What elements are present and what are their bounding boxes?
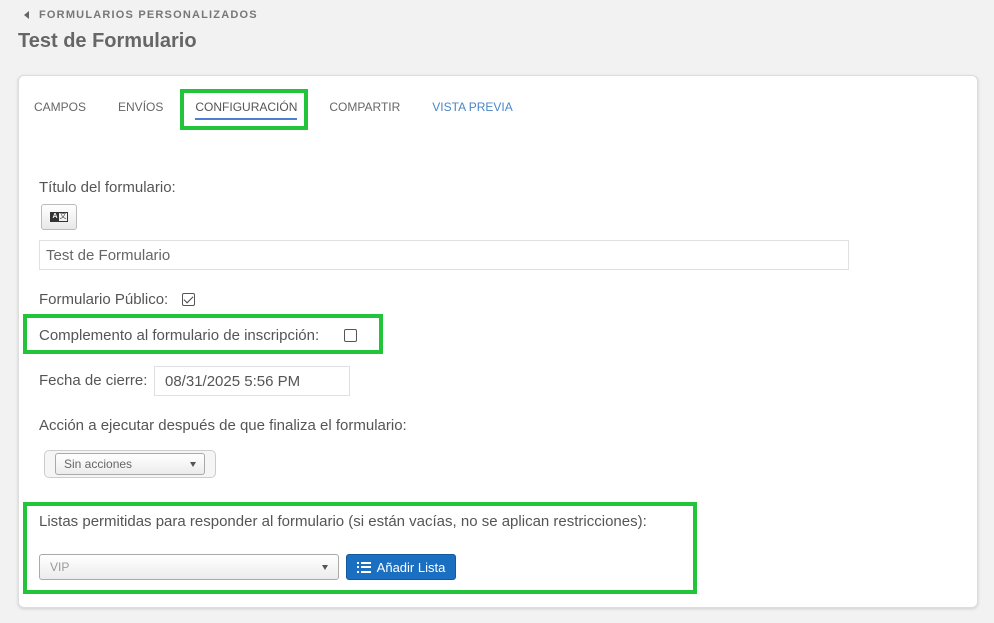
complement-label: Complemento al formulario de inscripción… <box>39 327 320 344</box>
public-label: Formulario Público: <box>39 291 169 308</box>
close-date-input[interactable] <box>154 366 350 396</box>
back-arrow-icon[interactable] <box>24 11 29 19</box>
add-list-label: Añadir Lista <box>376 559 446 575</box>
breadcrumb[interactable]: FORMULARIOS PERSONALIZADOS <box>24 9 258 21</box>
action-select-value: Sin acciones <box>64 457 133 471</box>
action-select[interactable]: Sin acciones <box>55 453 205 475</box>
complement-checkbox[interactable] <box>344 329 357 342</box>
lists-select[interactable]: VIP <box>39 554 339 580</box>
add-list-button[interactable]: Añadir Lista <box>346 554 456 580</box>
tab-bar: CAMPOS ENVÍOS CONFIGURACIÓN COMPARTIR VI… <box>34 100 545 120</box>
lists-label: Listas permitidas para responder al form… <box>39 513 647 530</box>
action-label: Acción a ejecutar después de que finaliz… <box>39 417 407 434</box>
breadcrumb-label[interactable]: FORMULARIOS PERSONALIZADOS <box>39 9 258 21</box>
close-date-label: Fecha de cierre: <box>39 372 148 389</box>
translate-button[interactable]: A文 <box>41 204 77 230</box>
page-title: Test de Formulario <box>18 30 197 52</box>
form-title-input[interactable] <box>39 240 849 270</box>
tab-envios[interactable]: ENVÍOS <box>118 100 163 114</box>
caret-down-icon <box>322 564 328 570</box>
public-checkbox[interactable] <box>182 293 195 306</box>
settings-card: CAMPOS ENVÍOS CONFIGURACIÓN COMPARTIR VI… <box>18 75 978 608</box>
tab-configuracion[interactable]: CONFIGURACIÓN <box>195 100 298 120</box>
form-title-label: Título del formulario: <box>39 179 176 196</box>
tab-campos[interactable]: CAMPOS <box>34 100 86 114</box>
list-icon <box>356 561 371 573</box>
tab-vista-previa[interactable]: VISTA PREVIA <box>432 100 512 114</box>
action-select-wrapper: Sin acciones <box>44 450 216 478</box>
caret-down-icon <box>190 461 196 467</box>
tab-compartir[interactable]: COMPARTIR <box>329 100 400 114</box>
translate-icon: A文 <box>50 212 68 222</box>
lists-select-value: VIP <box>50 560 70 574</box>
